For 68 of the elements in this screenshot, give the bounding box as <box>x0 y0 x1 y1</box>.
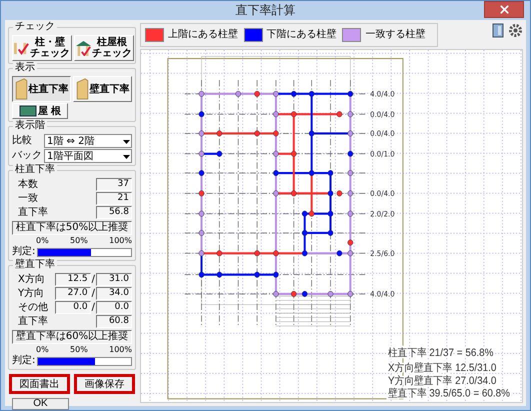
wall-icon <box>76 78 88 100</box>
export-drawing-button[interactable]: 図面書出 <box>9 374 70 394</box>
ok-button[interactable]: OK <box>12 398 69 410</box>
wall-ratio-label: 2.5/6.0 <box>370 248 395 258</box>
separator-text: / <box>92 288 95 300</box>
value-field: 27.0 <box>54 287 91 300</box>
value-field: 60.8 <box>96 315 132 328</box>
close-icon <box>498 3 510 16</box>
save-image-button[interactable]: 画像保存 <box>74 374 135 394</box>
scale-label: 50% <box>70 236 88 245</box>
wall-ratio-label: 4.0/4.0 <box>370 89 395 99</box>
wall-ratio-label: 4.0/4.0 <box>370 289 395 299</box>
group-title: 表示階 <box>13 120 47 132</box>
scale-label: 50% <box>70 345 88 354</box>
field-label: X方向 <box>18 274 45 286</box>
group-title: 表示 <box>13 62 37 74</box>
field-label: 直下率 <box>18 206 48 218</box>
scale-label: 0% <box>36 236 49 245</box>
field-label: 直下率 <box>18 316 48 328</box>
roof-icon <box>18 105 37 117</box>
recommendation-note: 壁直下率は60%以上推奨 <box>12 330 132 344</box>
wall-ratio-label: 0.0/4.0 <box>370 128 395 138</box>
settings-icon[interactable] <box>508 23 523 38</box>
wall-ratio-label: 0.0/4.0 <box>370 110 395 119</box>
separator-text: / <box>92 302 95 314</box>
field-label: 一致 <box>18 192 38 204</box>
display-toggle-button[interactable]: 壁直下率 <box>73 76 132 102</box>
scale-label: 100% <box>109 345 132 354</box>
roof-check-icon <box>76 40 91 56</box>
judgement-label: 判定: <box>12 246 36 258</box>
floor-select[interactable]: 1階平面図 <box>44 149 132 163</box>
check-button[interactable]: 柱屋根 チェック <box>74 35 134 61</box>
wall-ratio-label: 0.0/1.0 <box>370 149 395 159</box>
display-toggle-button[interactable]: 屋 根 <box>12 103 68 119</box>
wall-ratio-label: 2.0/2.0 <box>370 209 395 218</box>
value-field: 37 <box>96 178 132 191</box>
close-button[interactable] <box>484 1 524 18</box>
value-field: 0.0 <box>96 301 132 314</box>
group-title: チェック <box>13 21 57 33</box>
floor-select[interactable]: 1階 ⇔ 2階 <box>44 134 132 148</box>
scale-label: 0% <box>36 345 49 354</box>
field-label: 比較 <box>12 135 33 147</box>
value-field: 21 <box>96 192 132 205</box>
group-title: 柱直下率 <box>13 164 57 176</box>
field-label: バック <box>12 150 42 162</box>
value-field: 34.0 <box>96 287 132 300</box>
legend-label: 上階にある柱壁 <box>168 29 238 41</box>
separator-text: / <box>92 274 95 286</box>
door-icon[interactable] <box>492 23 504 38</box>
field-label: 本数 <box>18 178 38 190</box>
judgement-label: 判定: <box>12 355 36 367</box>
value-field: 56.8 <box>96 206 132 219</box>
display-toggle-button[interactable]: 柱直下率 <box>12 76 71 102</box>
recommendation-note: 柱直下率は50%以上推奨 <box>12 221 132 235</box>
legend-label: 一致する柱壁 <box>365 29 426 41</box>
field-label: その他 <box>18 302 48 314</box>
check-button[interactable]: 柱・壁 チェック <box>12 35 72 61</box>
window-title: 直下率計算 <box>236 2 296 19</box>
legend-label: 下階にある柱壁 <box>266 29 337 41</box>
wall-ratio-label: 0.0/4.0 <box>370 188 395 198</box>
value-field: 31.0 <box>96 273 132 286</box>
frame-check-icon <box>14 40 29 56</box>
field-label: Y方向 <box>18 288 44 300</box>
pillar-icon <box>14 78 28 100</box>
group-title: 壁直下率 <box>13 259 57 271</box>
value-field: 12.5 <box>54 273 91 286</box>
scale-label: 100% <box>109 236 132 245</box>
value-field: 0.0 <box>54 301 91 314</box>
